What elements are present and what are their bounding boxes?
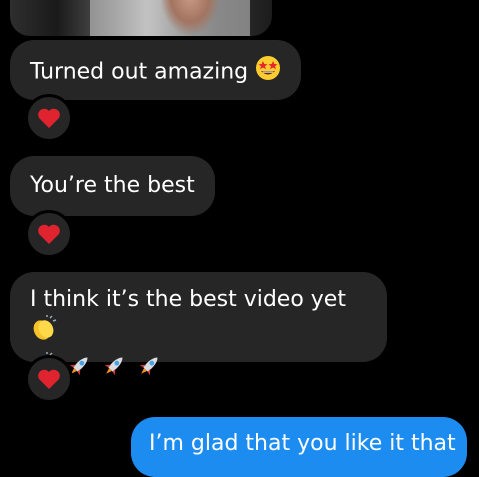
rocket-icon bbox=[100, 352, 128, 389]
video-thumbnail[interactable] bbox=[10, 0, 272, 36]
message-text: Turned out amazing bbox=[30, 59, 249, 85]
heart-icon bbox=[38, 108, 60, 128]
heart-reaction-3[interactable] bbox=[25, 355, 73, 403]
message-text: I think it’s the best video yet bbox=[30, 287, 346, 312]
emoji-line bbox=[30, 352, 367, 382]
sent-message-bubble[interactable]: I’m glad that you like it that bbox=[131, 417, 467, 477]
message-text: I’m glad that you like it that bbox=[149, 431, 456, 456]
heart-icon bbox=[38, 369, 60, 389]
message-bubble-2[interactable]: You’re the best bbox=[10, 156, 215, 216]
message-bubble-1[interactable]: Turned out amazing bbox=[10, 40, 302, 100]
rocket-icon bbox=[135, 352, 163, 389]
clapping-hands-icon bbox=[30, 315, 58, 352]
heart-reaction-2[interactable] bbox=[25, 210, 73, 258]
message-text: You’re the best bbox=[30, 173, 195, 198]
heart-reaction-1[interactable] bbox=[25, 94, 73, 142]
heart-icon bbox=[38, 224, 60, 244]
thumbnail-figure bbox=[160, 0, 220, 36]
star-struck-icon bbox=[255, 55, 281, 90]
message-bubble-3[interactable]: I think it’s the best video yet bbox=[10, 272, 387, 377]
